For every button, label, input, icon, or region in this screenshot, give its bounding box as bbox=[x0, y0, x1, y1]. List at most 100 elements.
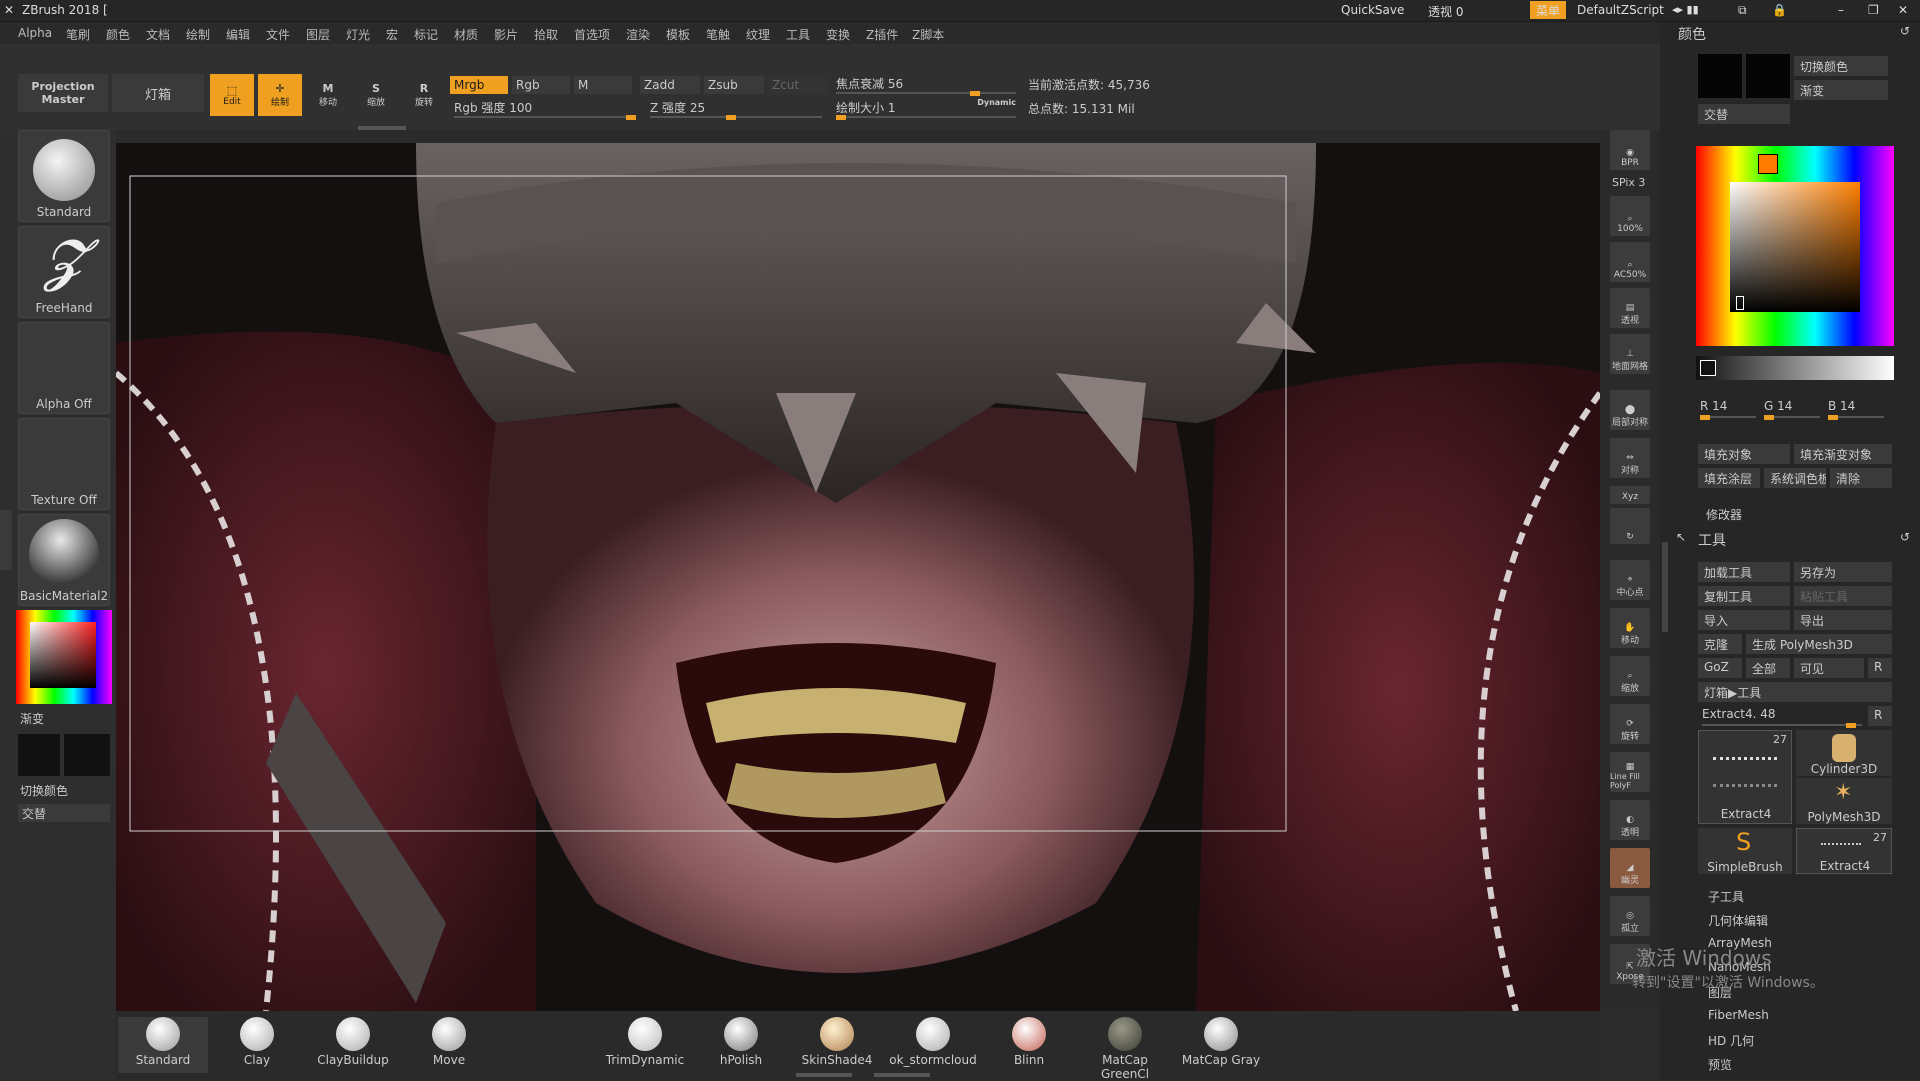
fill-layer-button[interactable]: 填充涂层 bbox=[1698, 468, 1760, 488]
material-trimdynamic[interactable]: TrimDynamic bbox=[600, 1017, 690, 1073]
rgb-button[interactable]: Rgb bbox=[512, 76, 570, 94]
window-icon[interactable]: ⧉ bbox=[1738, 3, 1747, 18]
bottom-shelf-handle-left[interactable] bbox=[796, 1073, 852, 1077]
material-move[interactable]: Move bbox=[404, 1017, 494, 1073]
paste-tool-button[interactable]: 粘贴工具 bbox=[1794, 586, 1892, 606]
all-button[interactable]: 全部 bbox=[1746, 658, 1790, 678]
material-blinn[interactable]: Blinn bbox=[984, 1017, 1074, 1073]
import-button[interactable]: 导入 bbox=[1698, 610, 1790, 630]
fill-gradient-button[interactable]: 填充渐变对象 bbox=[1794, 444, 1892, 464]
export-button[interactable]: 导出 bbox=[1794, 610, 1892, 630]
menu-marker[interactable]: 标记 bbox=[414, 26, 438, 43]
zadd-button[interactable]: Zadd bbox=[640, 76, 700, 94]
g-slider[interactable]: G 14 bbox=[1760, 396, 1824, 420]
menu-edit[interactable]: 编辑 bbox=[226, 26, 250, 43]
switch-color-button[interactable]: 切换颜色 bbox=[1794, 56, 1888, 76]
material-selector[interactable]: BasicMaterial2 bbox=[18, 514, 110, 606]
goz-button[interactable]: GoZ bbox=[1698, 658, 1742, 678]
hd-geometry-section[interactable]: HD 几何 bbox=[1708, 1032, 1754, 1049]
material-ok-stormcloud[interactable]: ok_stormcloud bbox=[888, 1017, 978, 1073]
brush-selector[interactable]: Standard bbox=[18, 130, 110, 222]
move-view-button[interactable]: ✋ 移动 bbox=[1610, 608, 1650, 648]
z-intensity-slider[interactable]: Z 强度 25 bbox=[646, 96, 826, 120]
main-color-swatch[interactable] bbox=[18, 734, 60, 776]
b-slider[interactable]: B 14 bbox=[1824, 396, 1888, 420]
current-tool-slider[interactable]: Extract4. 48 bbox=[1698, 704, 1866, 728]
menu-layer[interactable]: 图层 bbox=[306, 26, 330, 43]
panel-scrollbar[interactable] bbox=[1662, 542, 1668, 632]
solo-button[interactable]: ◎ 孤立 bbox=[1610, 896, 1650, 936]
mrgb-button[interactable]: Mrgb bbox=[450, 76, 508, 94]
color-palette-title[interactable]: 颜色 bbox=[1678, 24, 1706, 44]
polyframe-button[interactable]: ▦ Line Fill PolyF bbox=[1610, 752, 1650, 792]
r-slider[interactable]: R 14 bbox=[1696, 396, 1760, 420]
color-picker[interactable] bbox=[1696, 146, 1894, 346]
menu-material[interactable]: 材质 bbox=[454, 26, 478, 43]
menu-stencil[interactable]: 模板 bbox=[666, 26, 690, 43]
color-square[interactable] bbox=[30, 622, 96, 688]
scale-button[interactable]: S 缩放 bbox=[354, 74, 398, 116]
tool-arrow-icon[interactable]: ↖ bbox=[1676, 530, 1686, 544]
layout-icon[interactable]: ◂▸ ▮▮ bbox=[1672, 3, 1699, 16]
menu-texture[interactable]: 纹理 bbox=[746, 26, 770, 43]
menu-color[interactable]: 颜色 bbox=[106, 26, 130, 43]
menu-brush[interactable]: 笔刷 bbox=[66, 26, 90, 43]
secondary-color-swatch[interactable] bbox=[64, 734, 110, 776]
perspective-button[interactable]: ▤ 透视 bbox=[1610, 288, 1650, 328]
menu-zscript[interactable]: Z脚本 bbox=[912, 26, 944, 43]
floor-grid-button[interactable]: ⊥ 地面网格 bbox=[1610, 334, 1650, 374]
local-symmetry-button[interactable]: ⬤ 局部对称 bbox=[1610, 390, 1650, 430]
ac50-button[interactable]: ⌕ AC50% bbox=[1610, 242, 1650, 282]
color-picker[interactable] bbox=[16, 610, 112, 704]
lightbox-tools-button[interactable]: 灯箱▶工具 bbox=[1698, 682, 1892, 702]
gradient-button[interactable]: 渐变 bbox=[1794, 80, 1888, 100]
tool-reset-icon[interactable]: ↺ bbox=[1900, 530, 1910, 544]
menu-file[interactable]: 文件 bbox=[266, 26, 290, 43]
subtool-section[interactable]: 子工具 bbox=[1708, 888, 1744, 905]
gradient-label[interactable]: 渐变 bbox=[20, 710, 44, 727]
left-tray-handle[interactable] bbox=[0, 510, 12, 570]
menu-alpha[interactable]: Alpha bbox=[18, 26, 52, 40]
zoom-100-button[interactable]: ⌕ 100% bbox=[1610, 196, 1650, 236]
clone-button[interactable]: 克隆 bbox=[1698, 634, 1742, 654]
value-slider[interactable] bbox=[1696, 356, 1894, 380]
material-hpolish[interactable]: hPolish bbox=[696, 1017, 786, 1073]
copy-tool-button[interactable]: 复制工具 bbox=[1698, 586, 1790, 606]
clear-button[interactable]: 清除 bbox=[1830, 468, 1892, 488]
draw-size-slider[interactable]: 绘制大小 1 Dynamic bbox=[832, 96, 1020, 120]
texture-selector[interactable]: Texture Off bbox=[18, 418, 110, 510]
alternate-button[interactable]: 交替 bbox=[1698, 104, 1790, 124]
transparency-slider[interactable]: 透视 0 bbox=[1428, 3, 1498, 19]
focal-shift-slider[interactable]: 焦点衰减 56 bbox=[832, 72, 1020, 96]
menu-document[interactable]: 文档 bbox=[146, 26, 170, 43]
material-claybuildup[interactable]: ClayBuildup bbox=[308, 1017, 398, 1073]
material-clay[interactable]: Clay bbox=[212, 1017, 302, 1073]
stroke-selector[interactable]: 𝓩 FreeHand bbox=[18, 226, 110, 318]
tool-thumb-polymesh3d[interactable]: ✶ PolyMesh3D bbox=[1796, 778, 1892, 824]
transparency-button[interactable]: ◐ 透明 bbox=[1610, 800, 1650, 840]
material-matcap-gray[interactable]: MatCap Gray bbox=[1176, 1017, 1266, 1073]
main-color-swatch[interactable] bbox=[1698, 54, 1742, 98]
shelf-scroll-handle[interactable] bbox=[358, 126, 406, 130]
alternate-button[interactable]: 交替 bbox=[18, 804, 110, 822]
tool-palette-title[interactable]: 工具 bbox=[1698, 530, 1726, 550]
rotate-button[interactable]: R 旋转 bbox=[402, 74, 446, 116]
tool-thumb-extract4[interactable]: 27 Extract4 bbox=[1698, 730, 1792, 824]
fibermesh-section[interactable]: FiberMesh bbox=[1708, 1008, 1769, 1022]
menu-tool[interactable]: 工具 bbox=[786, 26, 810, 43]
make-polymesh-button[interactable]: 生成 PolyMesh3D bbox=[1746, 634, 1892, 654]
lock-icon[interactable]: 🔒 bbox=[1772, 3, 1787, 17]
projection-master-button[interactable]: Projection Master bbox=[18, 74, 108, 112]
menu-zplugin[interactable]: Z插件 bbox=[866, 26, 898, 43]
menu-render[interactable]: 渲染 bbox=[626, 26, 650, 43]
material-matcap-greenclay[interactable]: MatCap GreenCl bbox=[1080, 1017, 1170, 1081]
rgb-intensity-slider[interactable]: Rgb 强度 100 bbox=[450, 96, 640, 120]
menu-stroke[interactable]: 笔触 bbox=[706, 26, 730, 43]
rotation-axis-button[interactable]: ↻ bbox=[1610, 508, 1650, 544]
zcut-button[interactable]: Zcut bbox=[768, 76, 828, 94]
color-square[interactable] bbox=[1730, 182, 1860, 312]
rotate-view-button[interactable]: ⟳ 旋转 bbox=[1610, 704, 1650, 744]
load-tool-button[interactable]: 加载工具 bbox=[1698, 562, 1790, 582]
zsub-button[interactable]: Zsub bbox=[704, 76, 764, 94]
close-icon[interactable]: ✕ bbox=[1898, 3, 1908, 17]
